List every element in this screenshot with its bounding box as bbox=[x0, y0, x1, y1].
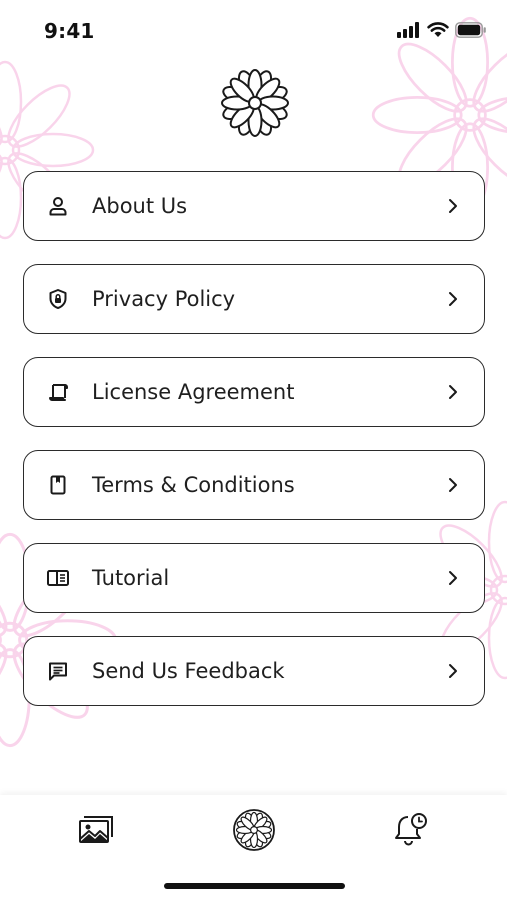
menu-item-privacy-policy[interactable]: Privacy Policy bbox=[23, 264, 485, 334]
tab-gallery[interactable] bbox=[73, 807, 119, 853]
chevron-right-icon bbox=[449, 199, 457, 213]
flower-logo-icon bbox=[221, 69, 289, 137]
battery-icon bbox=[455, 22, 486, 38]
menu-item-send-feedback[interactable]: Send Us Feedback bbox=[23, 636, 485, 706]
menu-item-about-us[interactable]: About Us bbox=[23, 171, 485, 241]
person-icon bbox=[46, 194, 70, 218]
gallery-icon bbox=[79, 816, 113, 843]
menu-item-tutorial[interactable]: Tutorial bbox=[23, 543, 485, 613]
mandala-icon bbox=[233, 809, 275, 851]
menu-item-label: About Us bbox=[92, 194, 188, 218]
wifi-icon bbox=[427, 22, 449, 37]
settings-screen: 9:41 About Us Privacy Policy License Agr… bbox=[0, 0, 507, 900]
chevron-right-icon bbox=[449, 292, 457, 306]
menu-item-terms-conditions[interactable]: Terms & Conditions bbox=[23, 450, 485, 520]
menu-item-label: Terms & Conditions bbox=[92, 473, 295, 497]
tab-reminders[interactable] bbox=[388, 807, 434, 853]
chevron-right-icon bbox=[449, 571, 457, 585]
bookmark-page-icon bbox=[46, 473, 70, 497]
status-time: 9:41 bbox=[44, 19, 95, 43]
chevron-right-icon bbox=[449, 664, 457, 678]
home-indicator bbox=[164, 883, 345, 889]
tab-mandala[interactable] bbox=[231, 807, 277, 853]
cellular-signal-icon bbox=[397, 22, 419, 38]
status-bar: 9:41 bbox=[0, 0, 507, 62]
status-icons bbox=[397, 22, 487, 38]
settings-menu: About Us Privacy Policy License Agreemen… bbox=[23, 171, 485, 729]
menu-item-label: Privacy Policy bbox=[92, 287, 236, 311]
menu-item-label: Tutorial bbox=[92, 566, 170, 590]
scroll-icon bbox=[46, 380, 70, 404]
message-icon bbox=[46, 659, 70, 683]
chevron-right-icon bbox=[449, 478, 457, 492]
bottom-tab-bar bbox=[0, 795, 507, 900]
menu-item-license-agreement[interactable]: License Agreement bbox=[23, 357, 485, 427]
menu-item-label: Send Us Feedback bbox=[92, 659, 285, 683]
book-icon bbox=[46, 566, 70, 590]
chevron-right-icon bbox=[449, 385, 457, 399]
bell-clock-icon bbox=[395, 813, 427, 846]
shield-lock-icon bbox=[46, 287, 70, 311]
menu-item-label: License Agreement bbox=[92, 380, 295, 404]
